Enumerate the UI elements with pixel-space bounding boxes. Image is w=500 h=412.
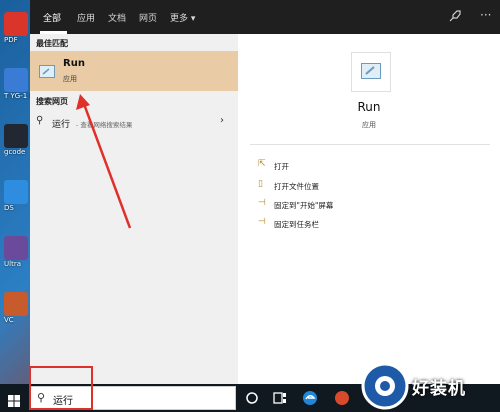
timeline-icon[interactable]	[272, 390, 288, 406]
annotation-highlight-box	[29, 366, 93, 410]
edge-browser-icon[interactable]	[302, 390, 318, 406]
task-view-icon[interactable]	[244, 390, 260, 406]
windows-start-icon[interactable]	[8, 392, 20, 407]
watermark-text: 好装机	[412, 379, 466, 399]
app-icon-red[interactable]	[334, 390, 350, 406]
annotation-arrow	[76, 94, 132, 229]
